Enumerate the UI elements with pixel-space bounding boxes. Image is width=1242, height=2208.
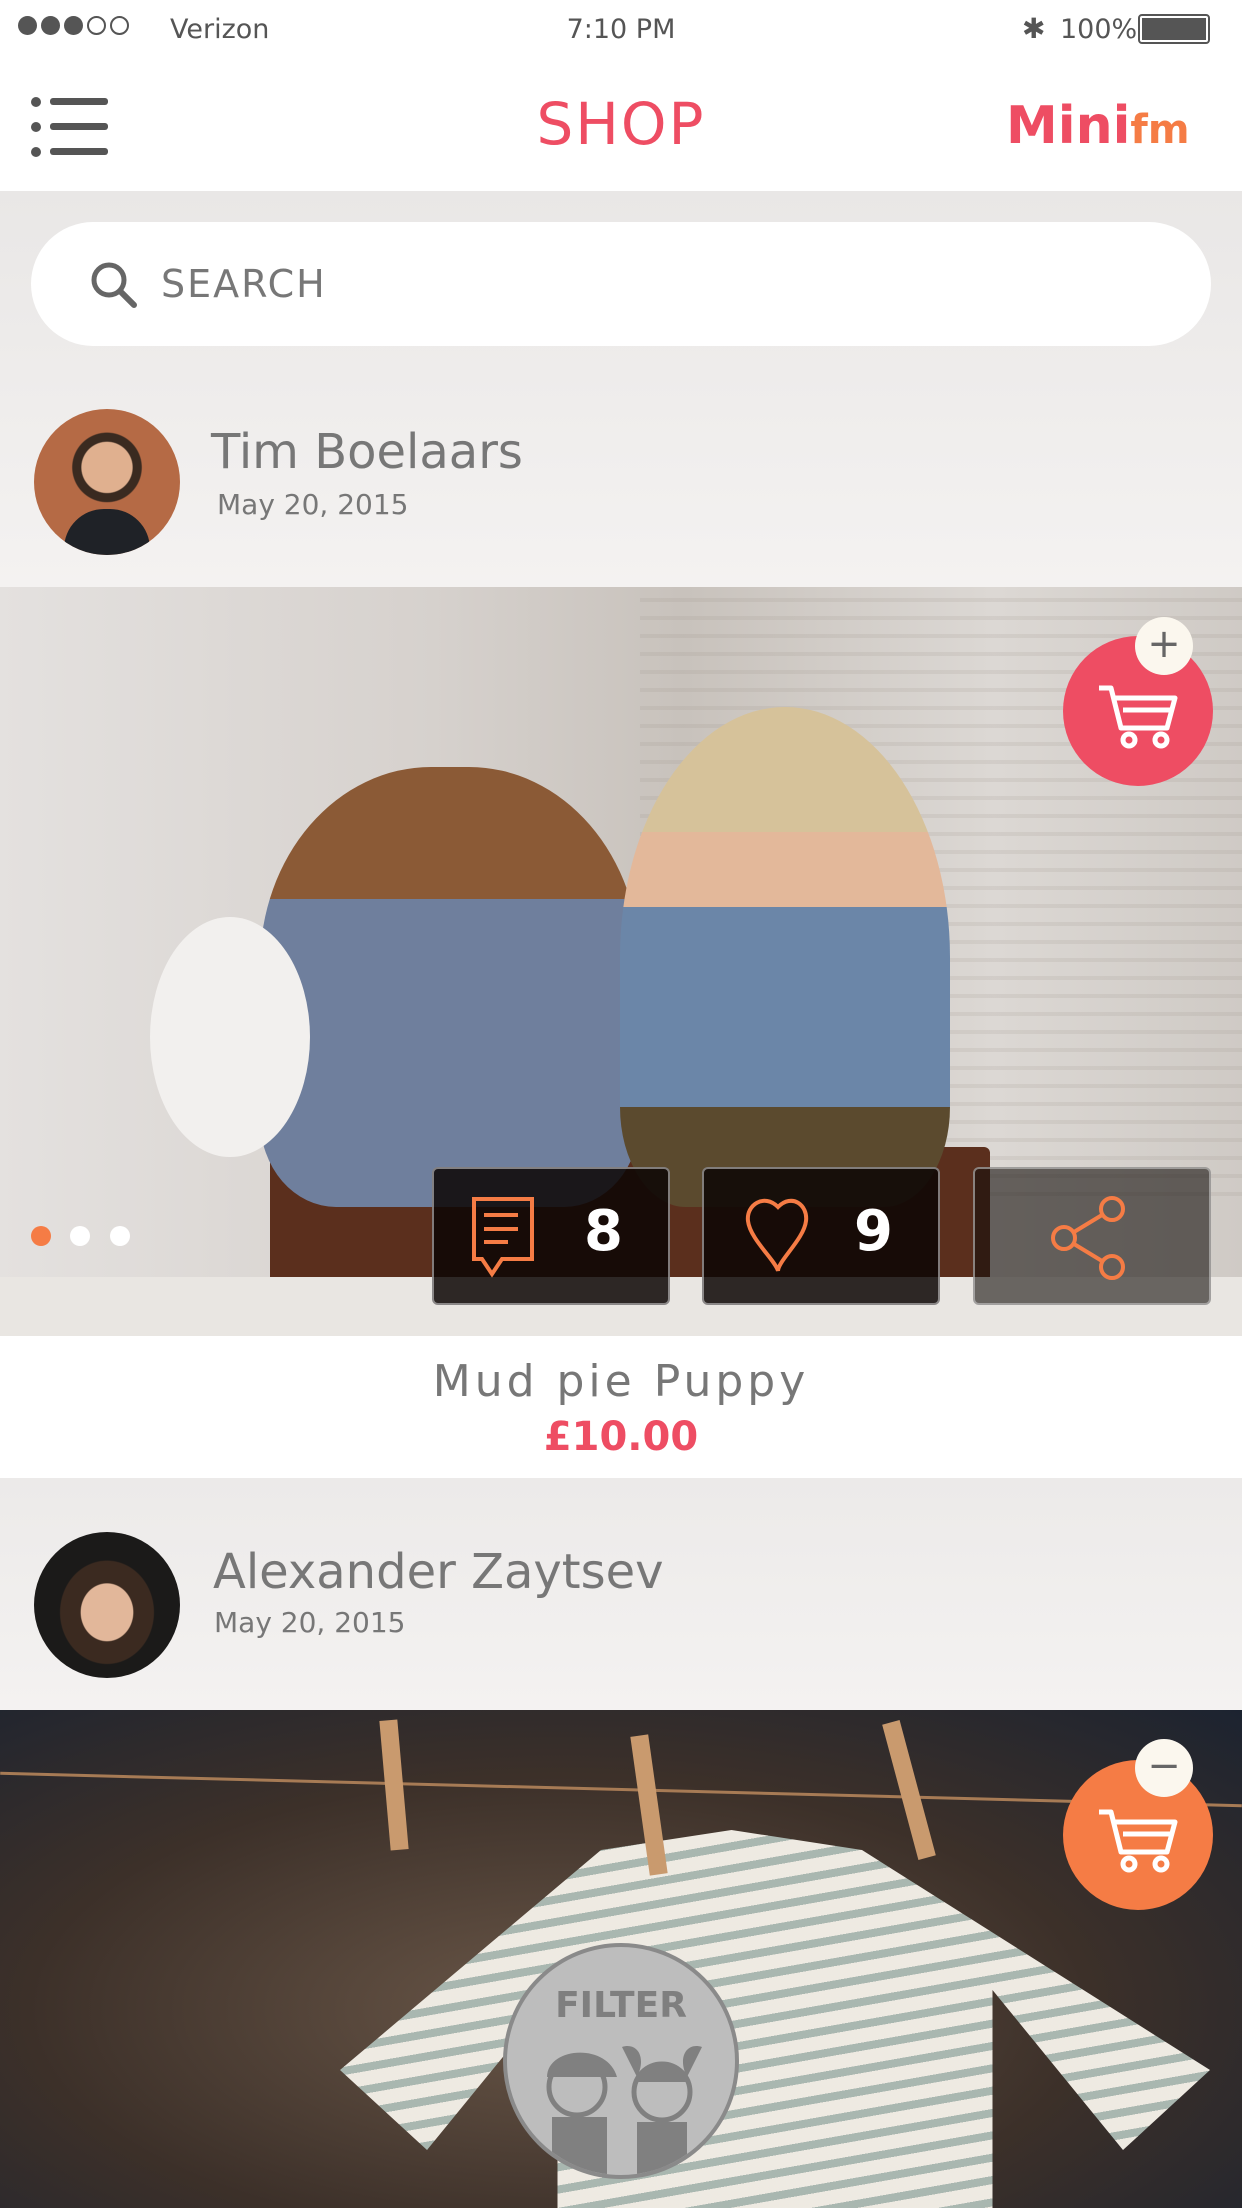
product-info: Mud pie Puppy £10.00	[0, 1336, 1242, 1478]
comment-icon	[472, 1197, 534, 1278]
clock: 7:10 PM	[566, 14, 676, 45]
post-date: May 20, 2015	[214, 1606, 406, 1639]
search-placeholder: SEARCH	[161, 262, 327, 306]
share-button[interactable]	[973, 1167, 1211, 1305]
comment-count: 8	[584, 1199, 623, 1264]
product-price: £10.00	[543, 1414, 699, 1460]
carousel-dot[interactable]	[70, 1226, 90, 1246]
filter-label: FILTER	[555, 1985, 687, 2026]
avatar[interactable]	[34, 1532, 180, 1678]
heart-icon	[745, 1199, 809, 1272]
minus-icon[interactable]: −	[1135, 1739, 1193, 1797]
post-author[interactable]: Alexander Zaytsev	[213, 1544, 664, 1600]
carousel-dot-active[interactable]	[31, 1226, 51, 1246]
plus-icon[interactable]: +	[1135, 617, 1193, 675]
app-header: SHOP Minifm	[0, 60, 1242, 191]
search-input[interactable]: SEARCH	[31, 222, 1211, 346]
bluetooth-icon: ✱	[1022, 12, 1046, 45]
battery-percent: 100%	[1060, 14, 1138, 45]
kids-icon	[546, 2046, 702, 2175]
battery-icon	[1138, 14, 1210, 44]
search-icon	[91, 262, 137, 308]
share-icon	[1051, 1196, 1125, 1280]
post-author[interactable]: Tim Boelaars	[211, 424, 523, 480]
filter-button[interactable]: FILTER	[503, 1943, 739, 2179]
like-count: 9	[854, 1199, 893, 1264]
minifm-logo: Minifm	[1006, 96, 1190, 156]
comments-button[interactable]: 8	[432, 1167, 670, 1305]
avatar[interactable]	[34, 409, 180, 555]
carousel-dot[interactable]	[110, 1226, 130, 1246]
product-name[interactable]: Mud pie Puppy	[0, 1356, 1242, 1407]
post-date: May 20, 2015	[217, 488, 409, 521]
status-bar: Verizon 7:10 PM ✱ 100%	[0, 0, 1242, 60]
like-button[interactable]: 9	[702, 1167, 940, 1305]
